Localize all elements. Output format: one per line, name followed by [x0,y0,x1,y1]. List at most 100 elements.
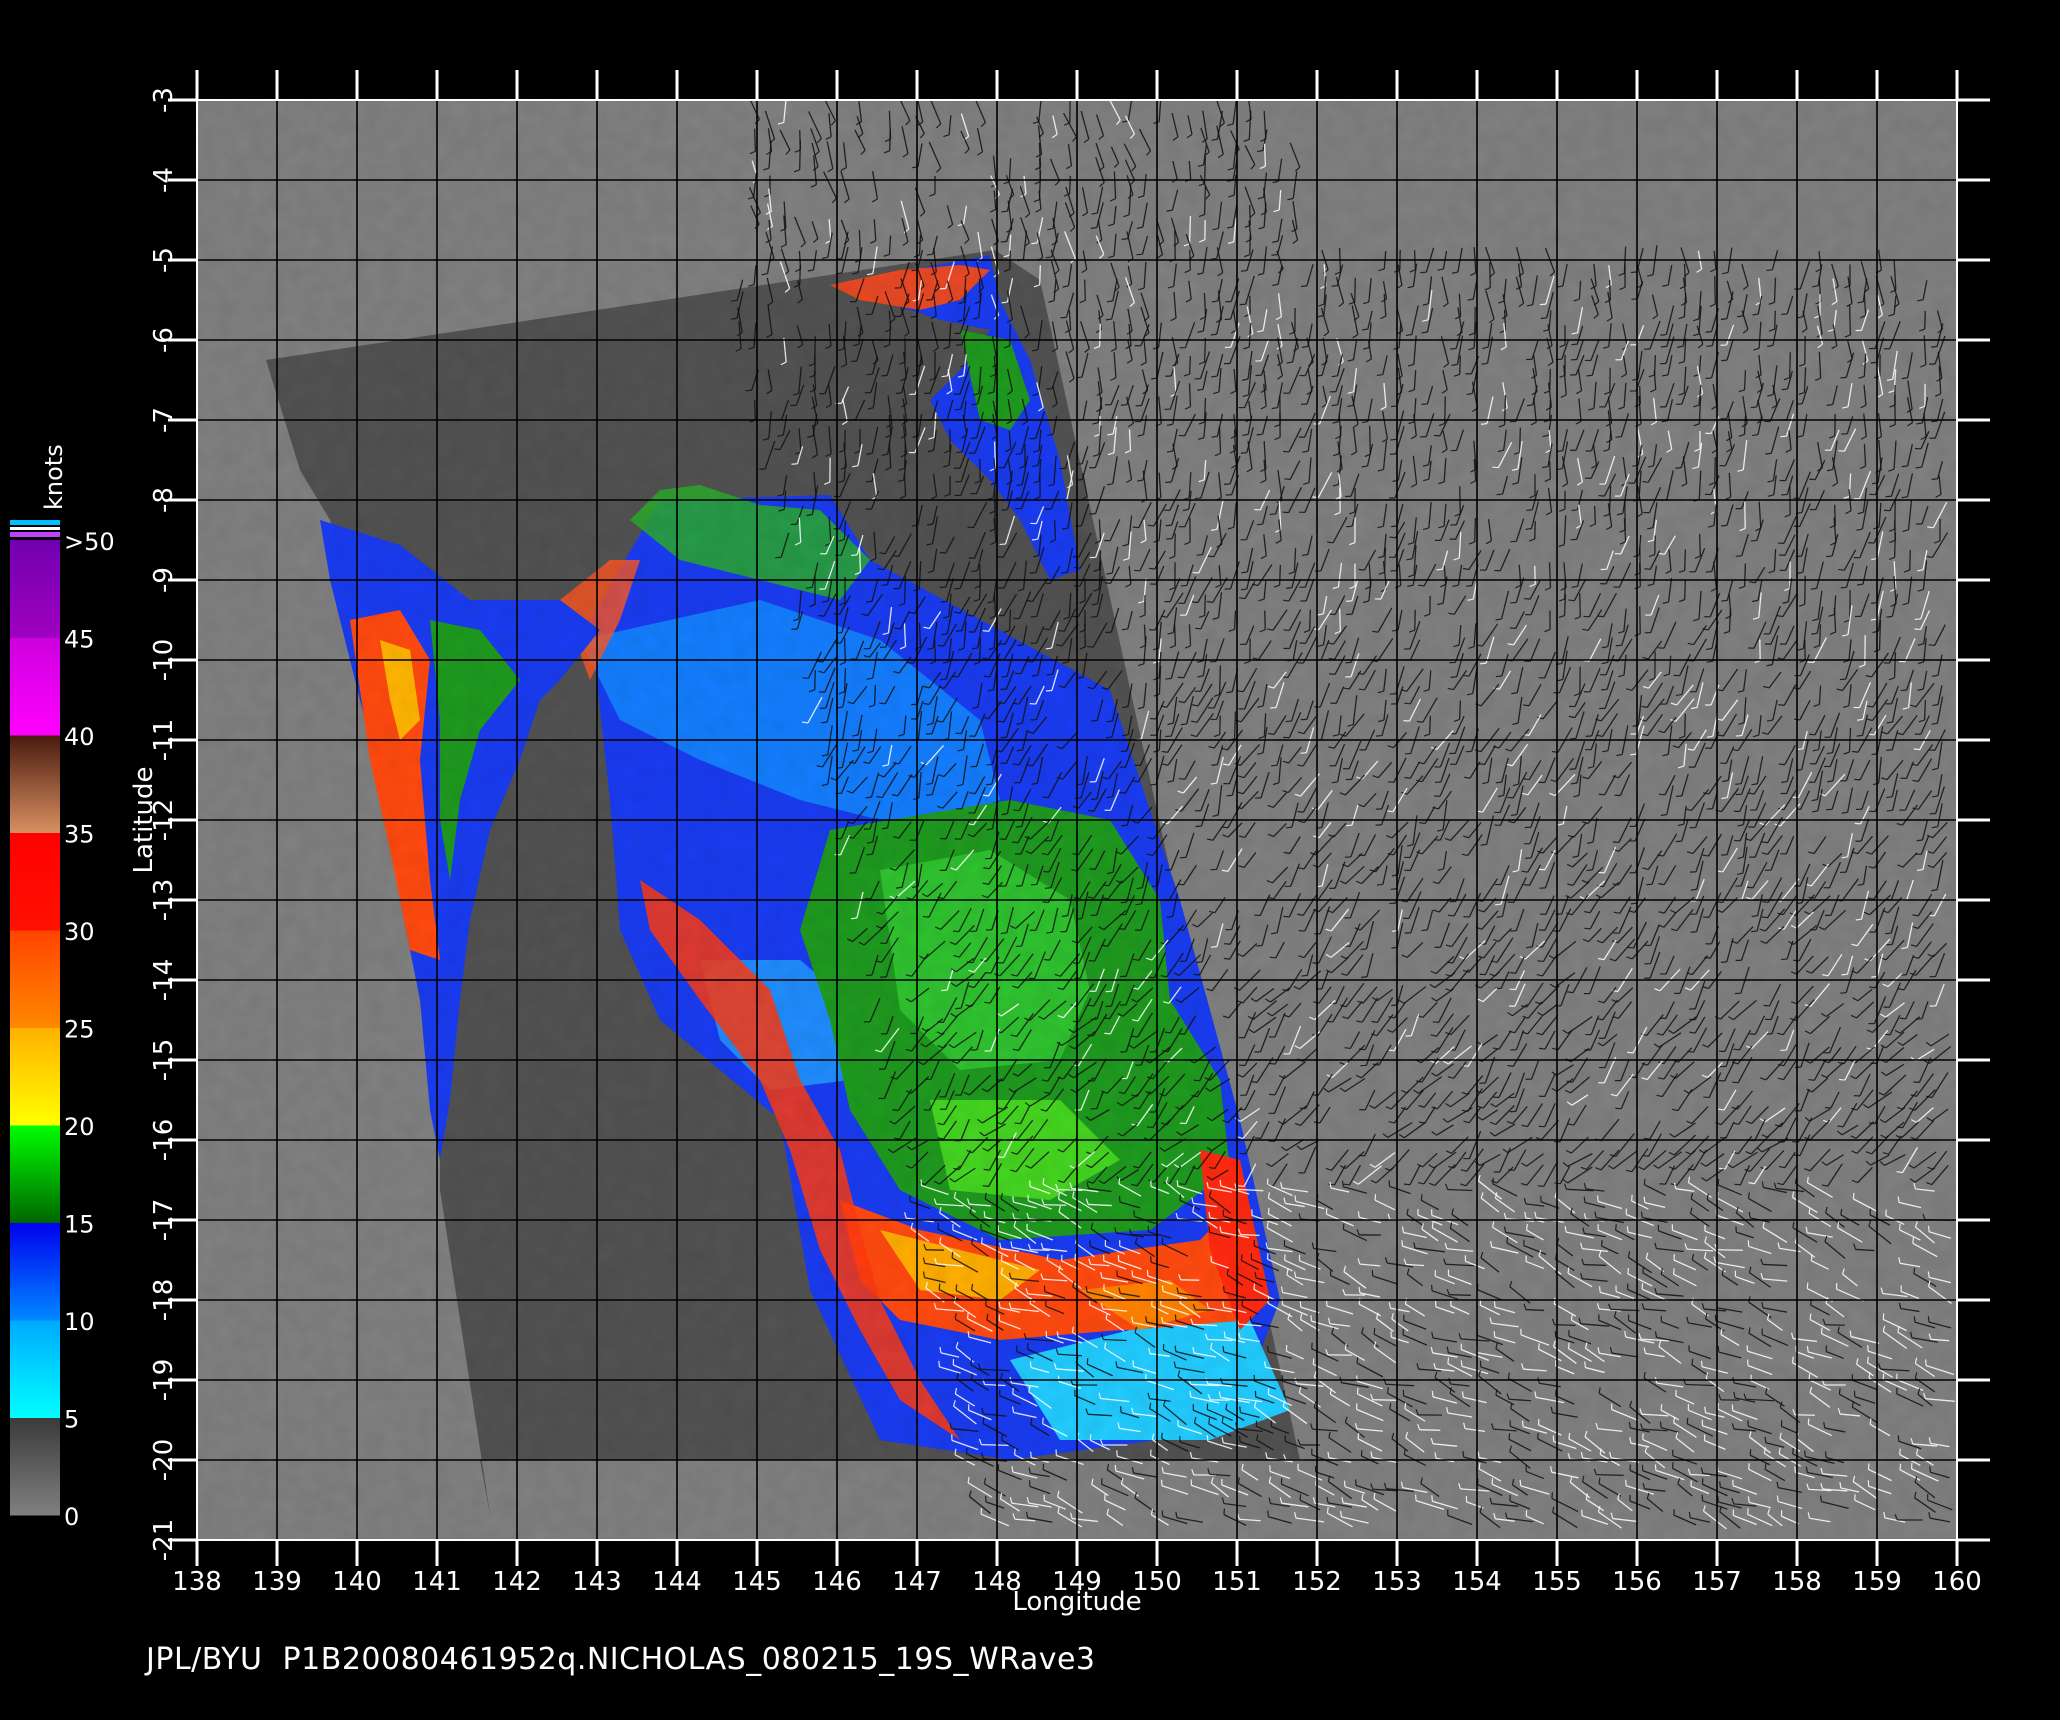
wind-barb-flag [1105,318,1112,321]
wind-barb-flag [879,552,886,555]
wind-barb-flag [939,551,946,554]
wind-barb [933,638,937,662]
wind-barb-flag [1691,707,1698,710]
wind-barb-flag [1809,478,1816,481]
wind-barb [1278,564,1282,586]
wind-barb-flag [1297,661,1304,664]
wind-barb-flag [1732,1081,1739,1084]
wind-barb [979,458,981,482]
wind-barb-flag [1840,586,1847,589]
wind-barb-flag [1297,810,1304,813]
wind-barb-flag [1030,615,1037,618]
wind-barb-flag [1015,497,1022,500]
wind-barb-flag [1598,494,1605,497]
wind-barb-flag [1282,599,1290,602]
wind-barb-flag [997,961,1004,964]
wind-barb-flag [1598,793,1605,796]
wind-barb-flag [896,886,903,889]
wind-barb-flag [1538,929,1545,931]
wind-barb-flag [1121,824,1128,827]
wind-barb-flag [895,392,902,395]
wind-barb-flag [1913,748,1920,751]
wind-barb-flag [1299,642,1306,645]
wind-barb-flag [1282,511,1289,514]
wind-barb-flag [955,1007,962,1010]
wind-barb [1608,279,1612,301]
wind-barb-flag [1931,420,1938,423]
wind-barb-flag [1165,677,1172,680]
wind-barb-flag [1072,555,1079,558]
wind-barb-flag [1524,597,1531,600]
wind-barb-flag [1135,903,1142,906]
wind-barb-flag [1301,974,1308,977]
wind-barb-flag [1750,930,1758,933]
wind-barb [843,637,847,663]
wind-barb [1369,425,1371,455]
wind-barb-flag [1329,613,1336,616]
wind-barb-flag [1826,555,1833,558]
wind-barb-flag [1840,376,1847,379]
wind-barb-flag [1419,822,1426,825]
wind-barb [799,264,801,286]
wind-barb [1459,355,1461,375]
wind-barb-flag [850,360,857,363]
wind-barb-flag [1507,901,1514,904]
wind-barb-flag [1809,733,1816,736]
wind-barb-flag [1750,406,1757,409]
wind-barb [1084,279,1086,301]
wind-barb-flag [1087,1004,1094,1007]
wind-barb-flag [1120,750,1127,753]
wind-barb-flag [1432,1021,1439,1024]
wind-barb-flag [940,678,947,681]
wind-barb-flag [1735,734,1742,737]
wind-barb [1594,505,1596,525]
wind-barb-flag [1706,808,1713,810]
wind-barb [799,140,801,170]
wind-barb-flag [1495,618,1502,621]
wind-barb-flag [1627,1051,1634,1054]
wind-barb-flag [731,299,738,302]
wind-barb-flag [1495,781,1502,784]
wind-barb-flag [1778,763,1785,766]
wind-barb-flag [1495,675,1502,678]
wind-barb-flag [1360,948,1367,951]
wind-barb-flag [1042,796,1049,799]
wind-barb-flag [1839,678,1847,681]
wind-barb-flag [1105,736,1113,739]
wind-barb-flag [1269,956,1276,959]
wind-barb-flag [1011,841,1018,844]
wind-barb-flag [1358,688,1365,691]
wind-barb-flag [1522,704,1530,707]
wind-barb-flag [1361,976,1368,979]
wind-barb-flag [1121,628,1128,631]
wind-barb [814,670,816,690]
wind-barb-flag [1058,630,1065,632]
wind-barb-flag [1721,599,1728,602]
wind-barb-flag [986,763,993,766]
wind-barb [1878,620,1882,650]
wind-barb [1923,700,1927,720]
wind-barb-flag [1180,723,1187,726]
wind-barb [1894,532,1896,558]
wind-barb-flag [1886,943,1893,946]
wind-barb-flag [1132,780,1139,783]
wind-barb-flag [971,403,978,406]
wind-barb-flag [892,554,899,557]
wind-barb-flag [1226,794,1233,797]
wind-barb-flag [1807,661,1814,664]
wind-barb-flag [955,630,962,632]
wind-barb [1788,352,1792,378]
wind-barb-flag [1271,764,1278,767]
wind-barb-flag [1221,826,1229,829]
wind-barb-flag [865,480,873,483]
wind-barb [754,400,756,420]
wind-barb-flag [1495,903,1502,906]
wind-barb [1174,533,1176,557]
wind-barb-flag [1224,943,1231,945]
wind-barb [1173,624,1177,646]
wind-barb-flag [791,463,798,465]
wind-barb-flag [1526,509,1533,512]
wind-barb [1099,323,1101,347]
wind-barb-flag [1781,388,1788,391]
wind-barb-flag [1045,256,1052,259]
